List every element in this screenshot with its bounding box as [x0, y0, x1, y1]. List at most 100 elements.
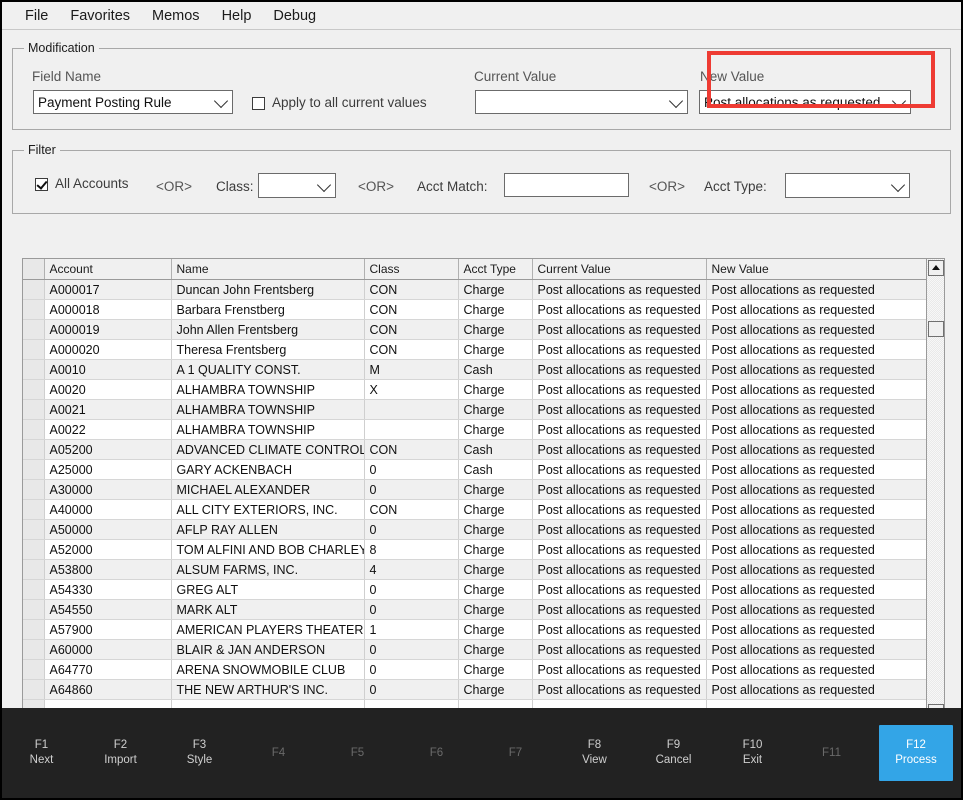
cell-current-value[interactable]: Post allocations as requested — [532, 479, 707, 500]
cell-account[interactable]: A0022 — [44, 419, 172, 440]
row-selector-cell[interactable] — [23, 339, 45, 360]
function-key-f2[interactable]: F2 Import — [81, 708, 160, 798]
cell-new-value[interactable]: Post allocations as requested — [706, 679, 926, 700]
cell-new-value[interactable]: Post allocations as requested — [706, 339, 926, 360]
cell-name[interactable]: MARK ALT — [171, 599, 365, 620]
cell-class[interactable]: CON — [364, 339, 459, 360]
cell-acct-type[interactable]: Charge — [458, 419, 533, 440]
column-header-class[interactable]: Class — [364, 259, 459, 280]
table-row[interactable]: A57900 AMERICAN PLAYERS THEATER 1 Charge Pos… — [23, 619, 926, 640]
table-row[interactable]: A64860 THE NEW ARTHUR'S INC. 0 Charge Post a… — [23, 679, 926, 700]
cell-account[interactable]: A54330 — [44, 579, 172, 600]
cell-class[interactable]: 0 — [364, 579, 459, 600]
cell-account[interactable]: A54550 — [44, 599, 172, 620]
cell-acct-type[interactable]: Charge — [458, 579, 533, 600]
cell-class[interactable]: 0 — [364, 659, 459, 680]
cell-new-value[interactable]: Post allocations as requested — [706, 479, 926, 500]
cell-acct-type[interactable]: Cash — [458, 359, 533, 380]
cell-name[interactable]: ALHAMBRA TOWNSHIP — [171, 399, 365, 420]
table-row[interactable]: A000018 Barbara Frenstberg CON Charge Post a… — [23, 299, 926, 320]
cell-current-value[interactable]: Post allocations as requested — [532, 659, 707, 680]
column-header-name[interactable]: Name — [171, 259, 365, 280]
cell-name[interactable]: AMERICAN PLAYERS THEATER — [171, 619, 365, 640]
cell-current-value[interactable]: Post allocations as requested — [532, 339, 707, 360]
cell-acct-type[interactable]: Charge — [458, 659, 533, 680]
menu-memos[interactable]: Memos — [141, 6, 211, 26]
class-dropdown[interactable] — [258, 173, 336, 198]
cell-acct-type[interactable]: Charge — [458, 299, 533, 320]
menu-help[interactable]: Help — [211, 6, 263, 26]
cell-name[interactable]: GARY ACKENBACH — [171, 459, 365, 480]
cell-class[interactable]: CON — [364, 439, 459, 460]
cell-acct-type[interactable]: Charge — [458, 679, 533, 700]
cell-new-value[interactable]: Post allocations as requested — [706, 399, 926, 420]
cell-name[interactable]: A 1 QUALITY CONST. — [171, 359, 365, 380]
grid-vertical-scrollbar[interactable] — [926, 259, 944, 721]
apply-all-checkbox[interactable] — [252, 96, 265, 110]
table-row[interactable]: A54330 GREG ALT 0 Charge Post allocations as… — [23, 579, 926, 600]
cell-current-value[interactable]: Post allocations as requested — [532, 379, 707, 400]
cell-new-value[interactable]: Post allocations as requested — [706, 539, 926, 560]
cell-name[interactable]: AFLP RAY ALLEN — [171, 519, 365, 540]
table-row[interactable]: A54550 MARK ALT 0 Charge Post allocations as… — [23, 599, 926, 620]
cell-name[interactable]: TOM ALFINI AND BOB CHARLEY — [171, 539, 365, 560]
column-header-acct-type[interactable]: Acct Type — [458, 259, 533, 280]
cell-new-value[interactable]: Post allocations as requested — [706, 379, 926, 400]
cell-acct-type[interactable]: Charge — [458, 399, 533, 420]
cell-new-value[interactable]: Post allocations as requested — [706, 619, 926, 640]
row-selector-cell[interactable] — [23, 379, 45, 400]
table-row[interactable]: A05200 ADVANCED CLIMATE CONTROL CON Cash Pos… — [23, 439, 926, 460]
function-key-f8[interactable]: F8 View — [555, 708, 634, 798]
cell-name[interactable]: ALL CITY EXTERIORS, INC. — [171, 499, 365, 520]
cell-acct-type[interactable]: Charge — [458, 639, 533, 660]
cell-current-value[interactable]: Post allocations as requested — [532, 359, 707, 380]
cell-new-value[interactable]: Post allocations as requested — [706, 359, 926, 380]
cell-class[interactable]: 4 — [364, 559, 459, 580]
cell-new-value[interactable]: Post allocations as requested — [706, 319, 926, 340]
cell-new-value[interactable]: Post allocations as requested — [706, 439, 926, 460]
cell-class[interactable]: CON — [364, 279, 459, 300]
cell-new-value[interactable]: Post allocations as requested — [706, 579, 926, 600]
cell-class[interactable] — [364, 399, 459, 420]
table-row[interactable]: A53800 ALSUM FARMS, INC. 4 Charge Post alloc… — [23, 559, 926, 580]
row-selector-cell[interactable] — [23, 679, 45, 700]
menu-file[interactable]: File — [14, 6, 59, 26]
cell-account[interactable]: A000019 — [44, 319, 172, 340]
table-row[interactable]: A0010 A 1 QUALITY CONST. M Cash Post allocat… — [23, 359, 926, 380]
cell-class[interactable]: CON — [364, 319, 459, 340]
acct-match-input[interactable] — [504, 173, 629, 197]
cell-name[interactable]: ALHAMBRA TOWNSHIP — [171, 419, 365, 440]
row-selector-cell[interactable] — [23, 459, 45, 480]
table-row[interactable]: A52000 TOM ALFINI AND BOB CHARLEY 8 Charge P… — [23, 539, 926, 560]
cell-current-value[interactable]: Post allocations as requested — [532, 499, 707, 520]
function-key-f9[interactable]: F9 Cancel — [634, 708, 713, 798]
cell-current-value[interactable]: Post allocations as requested — [532, 639, 707, 660]
new-value-dropdown[interactable]: Post allocations as requested — [699, 90, 911, 114]
all-accounts-checkbox[interactable] — [35, 177, 48, 191]
column-header-account[interactable]: Account — [44, 259, 172, 280]
column-header-current-value[interactable]: Current Value — [532, 259, 707, 280]
cell-name[interactable]: MICHAEL ALEXANDER — [171, 479, 365, 500]
scrollbar-thumb[interactable] — [928, 321, 944, 337]
cell-current-value[interactable]: Post allocations as requested — [532, 299, 707, 320]
table-row[interactable]: A0021 ALHAMBRA TOWNSHIP Charge Post allocat… — [23, 399, 926, 420]
cell-new-value[interactable]: Post allocations as requested — [706, 559, 926, 580]
cell-new-value[interactable]: Post allocations as requested — [706, 419, 926, 440]
cell-new-value[interactable]: Post allocations as requested — [706, 279, 926, 300]
cell-new-value[interactable]: Post allocations as requested — [706, 639, 926, 660]
cell-account[interactable]: A53800 — [44, 559, 172, 580]
cell-name[interactable]: John Allen Frentsberg — [171, 319, 365, 340]
cell-current-value[interactable]: Post allocations as requested — [532, 679, 707, 700]
cell-current-value[interactable]: Post allocations as requested — [532, 459, 707, 480]
cell-class[interactable]: 0 — [364, 519, 459, 540]
table-row[interactable]: A50000 AFLP RAY ALLEN 0 Charge Post allocati… — [23, 519, 926, 540]
cell-name[interactable]: Theresa Frentsberg — [171, 339, 365, 360]
acct-type-dropdown[interactable] — [785, 173, 910, 198]
cell-acct-type[interactable]: Charge — [458, 519, 533, 540]
column-header-new-value[interactable]: New Value — [706, 259, 926, 280]
cell-name[interactable]: BLAIR & JAN ANDERSON — [171, 639, 365, 660]
row-selector-cell[interactable] — [23, 519, 45, 540]
cell-account[interactable]: A0020 — [44, 379, 172, 400]
table-row[interactable]: A0022 ALHAMBRA TOWNSHIP Charge Post allocat… — [23, 419, 926, 440]
row-selector-cell[interactable] — [23, 499, 45, 520]
